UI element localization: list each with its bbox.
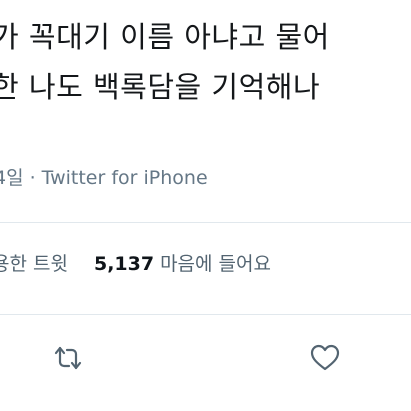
likes-count[interactable]: 5,137 <box>94 253 154 275</box>
meta-separator: · <box>29 167 36 189</box>
tweet-date[interactable]: 4일 <box>0 167 24 189</box>
tweet-text-line-1: 가 꼭대기 이름 아냐고 물어 <box>0 20 330 54</box>
tweet-detail: 가 꼭대기 이름 아냐고 물어 한 나도 백록담을 기억해나 4일 · Twitte… <box>0 0 411 411</box>
retweet-icon <box>53 345 83 371</box>
tweet-actions <box>0 334 411 380</box>
tweet-meta: 4일 · Twitter for iPhone <box>0 166 208 190</box>
quote-tweets-label[interactable]: 용한 트윗 <box>0 253 68 275</box>
tweet-source[interactable]: Twitter for iPhone <box>42 167 208 189</box>
retweet-button[interactable] <box>48 338 88 378</box>
likes-label[interactable]: 마음에 들어요 <box>160 253 271 275</box>
divider-bottom <box>0 314 411 315</box>
heart-icon <box>310 344 340 372</box>
divider-top <box>0 222 411 223</box>
tweet-text-line-2: 한 나도 백록담을 기억해나 <box>0 70 321 104</box>
tweet-stats: 용한 트윗 5,137 마음에 들어요 <box>0 252 271 276</box>
like-button[interactable] <box>305 338 345 378</box>
